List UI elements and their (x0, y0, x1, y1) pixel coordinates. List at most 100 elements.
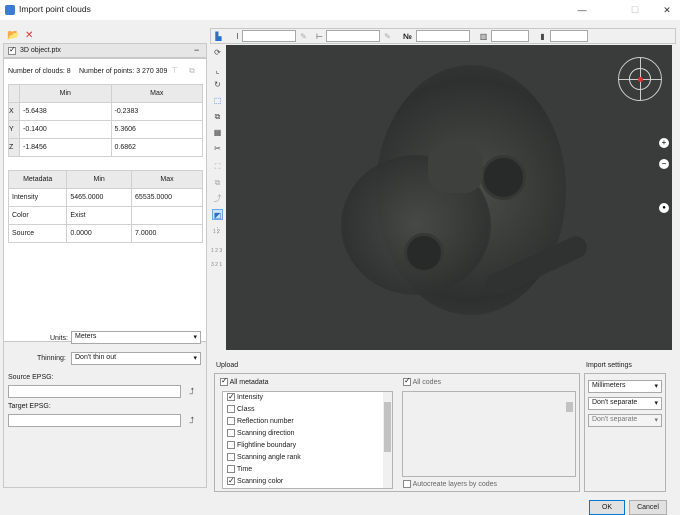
tank (428, 143, 483, 193)
epsg-picker-icon[interactable]: ⮥ (189, 386, 194, 397)
units-label: Units: (50, 335, 68, 342)
section-field[interactable] (550, 30, 588, 42)
valve-wheel (404, 233, 444, 273)
list-item[interactable]: Scanning direction (223, 428, 392, 440)
all-codes-option[interactable]: All codes (403, 376, 441, 386)
point-cloud-viewport[interactable] (226, 45, 672, 350)
layers-icon[interactable]: ⧉ (212, 111, 223, 122)
autocreate-checkbox[interactable] (403, 480, 411, 488)
points-count: Number of points: 3 270 309 (79, 68, 168, 75)
number-field[interactable] (416, 30, 470, 42)
delete-icon[interactable]: ✕ (25, 30, 33, 41)
metadata-table: Metadata Min Max Intensity 5465.0000 65535.0… (7, 170, 203, 243)
copy-icon[interactable]: ⧉ (212, 177, 223, 188)
file-details: Number of clouds: 8 Number of points: 3 … (3, 58, 207, 342)
target-epsg-label: Target EPSG: (8, 403, 51, 410)
cancel-button[interactable]: Cancel (629, 500, 667, 515)
list-item[interactable]: Scanning angle rank (223, 452, 392, 464)
source-epsg-input[interactable] (8, 385, 181, 398)
compass-icon[interactable] (618, 57, 662, 101)
bounds-table: Min Max X -5.6438 -0.2383 Y -0.1400 5.3606 Z-… (8, 84, 203, 157)
table-row: Source 0.0000 7.0000 (7, 224, 203, 243)
view-icon[interactable]: ◩ (212, 209, 223, 220)
cursor-icon[interactable]: ▙ (213, 31, 224, 42)
distance-field[interactable] (326, 30, 380, 42)
order-12-button[interactable]: 1 2 (213, 229, 220, 235)
close-button[interactable]: ✕ (660, 3, 674, 17)
all-metadata-label: All metadata (229, 378, 269, 386)
all-metadata-option[interactable]: All metadata (220, 376, 269, 386)
upload-title: Upload (216, 362, 239, 369)
open-folder-icon[interactable]: 📂 (7, 30, 19, 41)
codes-list (402, 391, 576, 477)
pencil-icon[interactable]: ✎ (382, 31, 393, 42)
all-codes-checkbox[interactable] (403, 376, 411, 386)
metadata-min-header: Min (66, 170, 133, 189)
measure-field[interactable] (242, 30, 296, 42)
target-epsg-input[interactable] (8, 414, 181, 427)
codes-scrollbar[interactable] (565, 392, 574, 476)
order-321-button[interactable]: 3 2 1 (211, 262, 222, 268)
measure-toolbar: ▙ I ✎ ⊢ ✎ № ▥ ▮ (210, 28, 676, 44)
upload-panel: All metadata Intensity Class Reflection … (214, 373, 580, 492)
maximize-button[interactable]: ☐ (628, 3, 642, 17)
metadata-scrollbar[interactable] (383, 392, 392, 488)
bounds-max-header: Max (110, 84, 203, 103)
rotate-icon[interactable]: ⟳ (212, 47, 223, 58)
thinning-dropdown[interactable]: Don't thin out (71, 352, 201, 365)
zoom-in-button[interactable]: + (659, 138, 669, 148)
order-123-button[interactable]: 1 2 3 (211, 248, 222, 254)
all-metadata-checkbox[interactable] (220, 376, 228, 386)
app-icon (5, 5, 15, 15)
separate-dropdown-disabled[interactable]: Don't separate (588, 414, 662, 427)
list-item[interactable]: Flightline boundary (223, 440, 392, 452)
table-row: Intensity 5465.0000 65535.0000 (7, 188, 203, 207)
tilt-icon[interactable]: ↻ (212, 79, 223, 90)
units-dropdown[interactable]: Millimeters (588, 380, 662, 393)
select-box-icon[interactable]: ⬚ (212, 95, 223, 106)
copy-tool-icon[interactable]: ⧉ (189, 66, 195, 76)
side-toolbar: ⟳ ⌞ ↻ ⬚ ⧉ ▦ ✂ ⛶ ⧉ ⤴ ◩ ⋮ 1 2 1 2 3 3 2 1 (210, 45, 225, 350)
autocreate-option[interactable]: Autocreate layers by codes (403, 480, 497, 488)
table-tool-icon[interactable]: ⊤ (171, 66, 178, 75)
list-item[interactable]: Time (223, 464, 392, 476)
file-name: 3D object.ptx (20, 47, 61, 54)
list-item[interactable]: Class (223, 404, 392, 416)
import-settings-title: Import settings (586, 362, 632, 369)
list-item[interactable]: Intensity (223, 391, 392, 404)
import-settings-panel: Millimeters Don't separate Don't separat… (584, 373, 666, 492)
ruler-icon[interactable]: ▥ (478, 31, 489, 42)
list-item[interactable]: Reflection number (223, 416, 392, 428)
section-icon[interactable]: ▮ (537, 31, 548, 42)
source-epsg-label: Source EPSG: (8, 374, 54, 381)
axis-icon[interactable]: ⌞ (212, 65, 223, 76)
pencil-icon[interactable]: ✎ (298, 31, 309, 42)
cut-icon[interactable]: ✂ (212, 143, 223, 154)
separate-dropdown[interactable]: Don't separate (588, 397, 662, 410)
table-row: Color Exist (7, 206, 203, 225)
file-checkbox[interactable] (8, 45, 16, 55)
grid-icon[interactable]: ▦ (212, 127, 223, 138)
list-item[interactable]: Scanning color (223, 475, 392, 488)
valve-wheel (481, 155, 526, 200)
file-header: 3D object.ptx − (3, 43, 207, 58)
thinning-label: Thinning: (37, 355, 66, 362)
distance-icon[interactable]: ⊢ (314, 31, 325, 42)
table-row: X -5.6438 -0.2383 (8, 102, 203, 121)
left-panel: 📂 ✕ 3D object.ptx − Number of clouds: 8 … (3, 28, 207, 488)
bounds-min-header: Min (19, 84, 112, 103)
metadata-list: Intensity Class Reflection number Scanni… (222, 391, 393, 489)
metadata-name-header: Metadata (7, 170, 68, 189)
units-dropdown[interactable]: Meters (71, 331, 201, 344)
ruler-field[interactable] (491, 30, 529, 42)
table-row: Y -0.1400 5.3606 (8, 120, 203, 139)
zoom-out-button[interactable]: − (659, 159, 669, 169)
crop-icon[interactable]: ⛶ (212, 161, 223, 172)
center-view-button[interactable]: ● (659, 203, 669, 213)
metadata-max-header: Max (131, 170, 203, 189)
collapse-button[interactable]: − (194, 45, 199, 55)
epsg-picker-icon[interactable]: ⮥ (189, 415, 194, 426)
ok-button[interactable]: OK (589, 500, 625, 515)
minimize-button[interactable]: — (575, 3, 589, 17)
export-icon[interactable]: ⤴ (212, 193, 223, 204)
